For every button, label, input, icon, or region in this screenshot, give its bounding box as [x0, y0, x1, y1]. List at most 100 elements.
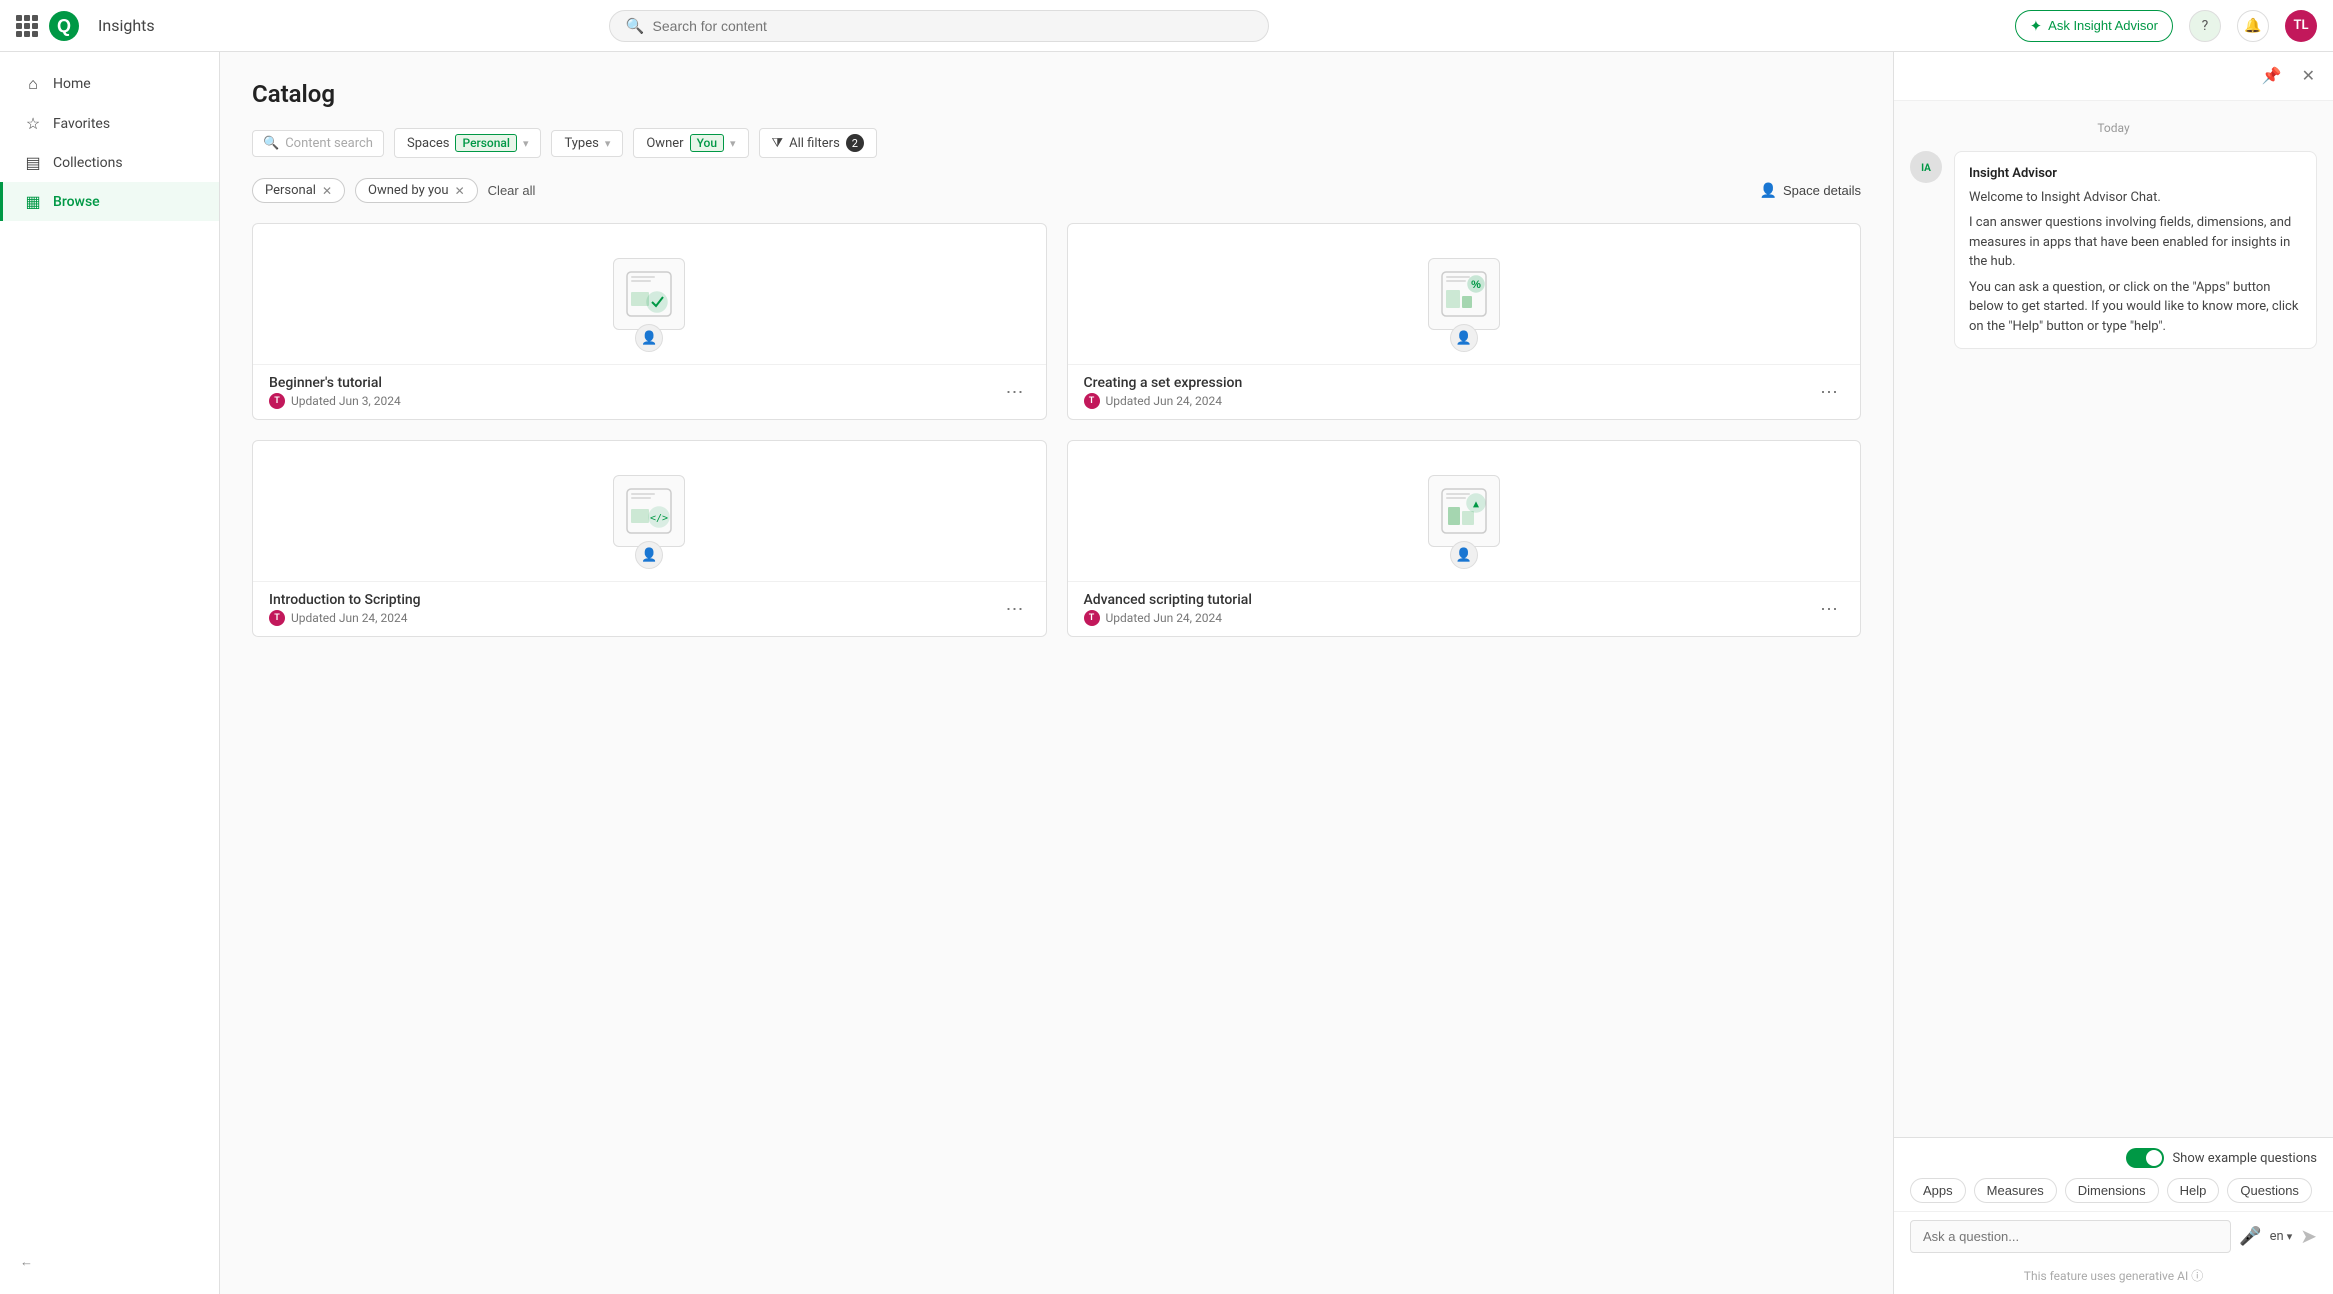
catalog-content: Catalog 🔍 Content search Spaces Personal… [220, 52, 1893, 1294]
topnav-left: Q Insights [16, 10, 236, 42]
main-layout: ⌂ Home ☆ Favorites ▤ Collections ▦ Brows… [0, 52, 2333, 1294]
quick-btn-measures[interactable]: Measures [1974, 1178, 2057, 1203]
grid-menu-icon[interactable] [16, 15, 38, 37]
card-info-0: Beginner's tutorial T Updated Jun 3, 202… [269, 375, 401, 409]
svg-text:Q: Q [57, 16, 71, 36]
user-icon-3: 👤 [1450, 541, 1478, 569]
user-badge-3: 👤 [1450, 541, 1478, 569]
chevron-down-icon: ▾ [523, 137, 529, 150]
app-icon-svg [623, 268, 675, 320]
notifications-button[interactable]: 🔔 [2237, 10, 2269, 42]
filters-count-badge: 2 [846, 134, 864, 152]
user-badge-0: 👤 [635, 324, 663, 352]
today-label: Today [1910, 121, 2317, 135]
svg-text:</>: </> [650, 513, 668, 524]
avatar[interactable]: TL [2285, 10, 2317, 42]
language-selector[interactable]: en ▾ [2270, 1229, 2293, 1244]
welcome-line1: Welcome to Insight Advisor Chat. [1969, 188, 2302, 208]
topnav: Q Insights 🔍 ✦ Ask Insight Advisor ? 🔔 T… [0, 0, 2333, 52]
sidebar-item-browse[interactable]: ▦ Browse [0, 182, 219, 221]
all-filters-button[interactable]: ⧩ All filters 2 [759, 128, 877, 158]
card-meta-3: T Updated Jun 24, 2024 [1084, 610, 1252, 626]
spaces-filter-button[interactable]: Spaces Personal ▾ [394, 128, 541, 158]
card-meta-0: T Updated Jun 3, 2024 [269, 393, 401, 409]
card-body-1: % 👤 [1068, 224, 1861, 364]
card-more-button-0[interactable]: ⋯ [1000, 380, 1030, 405]
space-details-button[interactable]: 👤 Space details [1760, 182, 1862, 199]
sidebar-item-favorites[interactable]: ☆ Favorites [0, 104, 219, 143]
card-more-button-2[interactable]: ⋯ [1000, 597, 1030, 622]
card-avatar-2: T [269, 610, 285, 626]
sidebar-item-collections[interactable]: ▤ Collections [0, 143, 219, 182]
advisor-name: Insight Advisor [1969, 164, 2302, 184]
card-meta-2: T Updated Jun 24, 2024 [269, 610, 421, 626]
quick-btn-apps[interactable]: Apps [1910, 1178, 1966, 1203]
browse-icon: ▦ [23, 192, 43, 211]
card-intro-scripting[interactable]: </> 👤 Introduction to Scripting T Update… [252, 440, 1047, 637]
spaces-tag: Personal [455, 134, 516, 152]
card-advanced-scripting[interactable]: ▲ 👤 Advanced scripting tutorial T Update… [1067, 440, 1862, 637]
send-button[interactable]: ➤ [2300, 1224, 2317, 1249]
remove-owned-filter[interactable]: ✕ [455, 184, 465, 198]
card-more-button-3[interactable]: ⋯ [1814, 597, 1844, 622]
topnav-right: ✦ Ask Insight Advisor ? 🔔 TL [2015, 10, 2317, 42]
app-name: Insights [98, 16, 155, 35]
ask-input-row: 🎤 en ▾ ➤ [1894, 1211, 2333, 1263]
microphone-button[interactable]: 🎤 [2239, 1226, 2261, 1247]
card-body-2: </> 👤 [253, 441, 1046, 581]
user-badge-2: 👤 [635, 541, 663, 569]
card-footer-3: Advanced scripting tutorial T Updated Ju… [1068, 581, 1861, 636]
app-icon-svg-2: </> [623, 485, 675, 537]
app-icon-wrap [613, 258, 685, 330]
ask-question-input[interactable] [1910, 1220, 2231, 1253]
collections-icon: ▤ [23, 153, 43, 172]
show-examples-label: Show example questions [2172, 1151, 2317, 1166]
card-avatar-0: T [269, 393, 285, 409]
qlik-logo: Q [48, 10, 80, 42]
personal-filter-chip[interactable]: Personal ✕ [252, 178, 345, 203]
chevron-down-icon-owner: ▾ [730, 137, 736, 150]
card-body-3: ▲ 👤 [1068, 441, 1861, 581]
svg-text:%: % [1471, 279, 1481, 291]
card-info-3: Advanced scripting tutorial T Updated Ju… [1084, 592, 1252, 626]
clear-all-button[interactable]: Clear all [488, 183, 536, 198]
quick-btn-questions[interactable]: Questions [2227, 1178, 2312, 1203]
card-footer-2: Introduction to Scripting T Updated Jun … [253, 581, 1046, 636]
content-search-input[interactable]: 🔍 Content search [252, 130, 384, 157]
card-title-0: Beginner's tutorial [269, 375, 401, 391]
card-meta-1: T Updated Jun 24, 2024 [1084, 393, 1243, 409]
pin-button[interactable]: 📌 [2256, 62, 2288, 90]
chat-message: IA Insight Advisor Welcome to Insight Ad… [1910, 151, 2317, 349]
show-examples-toggle[interactable] [2126, 1148, 2164, 1168]
filter-icon: ⧩ [772, 136, 784, 151]
types-filter-button[interactable]: Types ▾ [551, 130, 623, 157]
collapse-sidebar-button[interactable]: ← [20, 1254, 199, 1270]
advisor-chat-avatar: IA [1910, 151, 1942, 183]
owned-by-you-filter-chip[interactable]: Owned by you ✕ [355, 178, 478, 203]
svg-text:▲: ▲ [1473, 499, 1479, 510]
card-more-button-1[interactable]: ⋯ [1814, 380, 1844, 405]
search-icon-small: 🔍 [263, 136, 279, 151]
welcome-line2: I can answer questions involving fields,… [1969, 213, 2302, 272]
app-icon-wrap-3: ▲ [1428, 475, 1500, 547]
quick-buttons-row: Apps Measures Dimensions Help Questions [1894, 1172, 2333, 1211]
sidebar-bottom: ← [0, 1242, 219, 1282]
card-title-2: Introduction to Scripting [269, 592, 421, 608]
qlik-logo-svg: Q [48, 10, 80, 42]
card-beginners-tutorial[interactable]: 👤 Beginner's tutorial T Updated Jun 3, 2… [252, 223, 1047, 420]
help-button[interactable]: ? [2189, 10, 2221, 42]
card-creating-set-expression[interactable]: % 👤 Creating a set expression T Updated … [1067, 223, 1862, 420]
ask-insight-advisor-button[interactable]: ✦ Ask Insight Advisor [2015, 10, 2173, 42]
sidebar-item-home[interactable]: ⌂ Home [0, 64, 219, 104]
search-input[interactable] [653, 18, 1252, 34]
welcome-line3: You can ask a question, or click on the … [1969, 278, 2302, 337]
app-icon-wrap-1: % [1428, 258, 1500, 330]
remove-personal-filter[interactable]: ✕ [322, 184, 332, 198]
chevron-down-icon-lang: ▾ [2287, 1230, 2293, 1243]
quick-btn-dimensions[interactable]: Dimensions [2065, 1178, 2159, 1203]
close-panel-button[interactable]: ✕ [2296, 62, 2321, 90]
user-icon-space: 👤 [1760, 182, 1777, 199]
owner-filter-button[interactable]: Owner You ▾ [633, 128, 748, 158]
search-bar[interactable]: 🔍 [609, 10, 1269, 42]
quick-btn-help[interactable]: Help [2167, 1178, 2220, 1203]
